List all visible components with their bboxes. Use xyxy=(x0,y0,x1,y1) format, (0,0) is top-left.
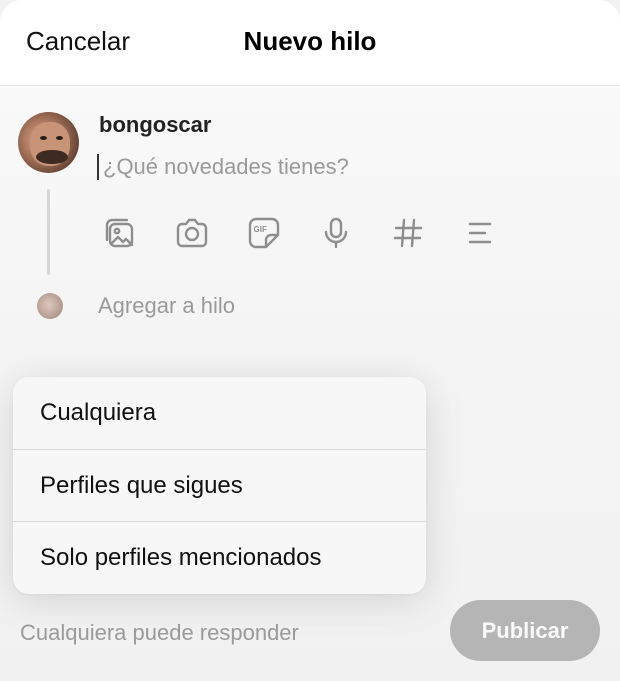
menu-item-anyone[interactable]: Cualquiera xyxy=(13,377,426,449)
menu-item-followed-profiles[interactable]: Perfiles que sigues xyxy=(13,449,426,521)
header: Cancelar Nuevo hilo xyxy=(0,0,620,86)
gif-icon[interactable]: GIF xyxy=(244,213,284,253)
username: bongoscar xyxy=(99,112,212,137)
text-caret xyxy=(97,154,99,180)
publish-button[interactable]: Publicar xyxy=(450,600,600,661)
svg-text:GIF: GIF xyxy=(254,225,267,234)
small-avatar xyxy=(37,293,63,319)
reply-options-menu: Cualquiera Perfiles que sigues Solo perf… xyxy=(13,377,426,594)
poll-icon[interactable] xyxy=(460,213,500,253)
page-title: Nuevo hilo xyxy=(243,26,377,56)
new-thread-sheet: Cancelar Nuevo hilo bongoscar ¿Qué noved… xyxy=(0,0,620,681)
menu-item-mentioned-only[interactable]: Solo perfiles mencionados xyxy=(13,521,426,594)
avatar xyxy=(18,112,79,173)
thread-text-input[interactable]: ¿Qué novedades tienes? xyxy=(97,152,517,182)
hashtag-icon[interactable] xyxy=(388,213,428,253)
add-to-thread-button[interactable]: Agregar a hilo xyxy=(98,293,235,319)
input-placeholder: ¿Qué novedades tienes? xyxy=(103,154,349,179)
thread-line xyxy=(47,189,50,275)
camera-icon[interactable] xyxy=(172,213,212,253)
reply-setting-button[interactable]: Cualquiera puede responder xyxy=(20,620,299,646)
microphone-icon[interactable] xyxy=(316,213,356,253)
gallery-icon[interactable] xyxy=(100,213,140,253)
